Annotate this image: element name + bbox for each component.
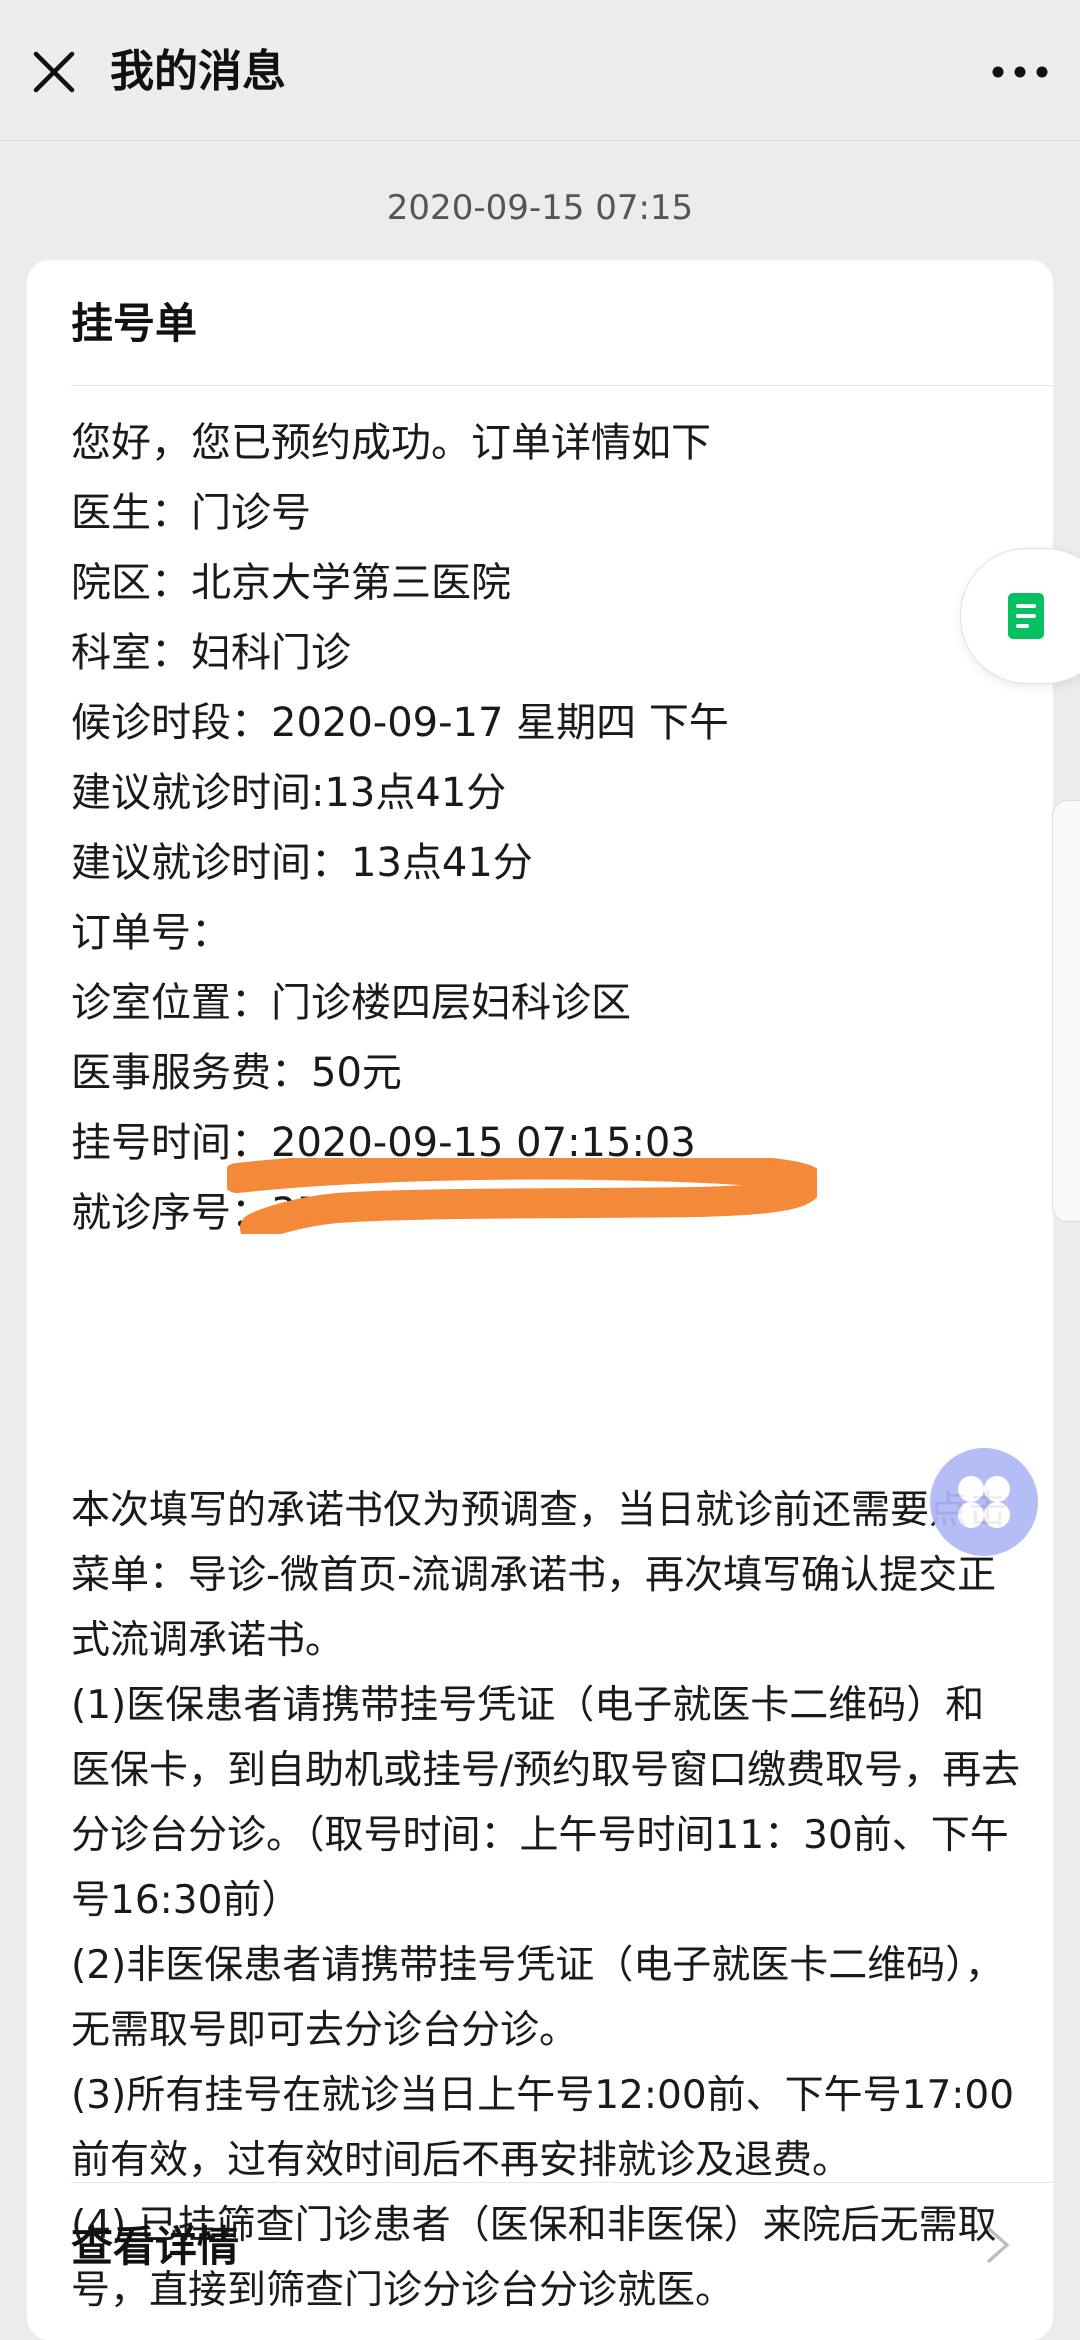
close-button[interactable] <box>22 40 86 104</box>
detail-line: 院区：北京大学第三医院 <box>71 560 511 606</box>
notice-paragraph: 本次填写的承诺书仅为预调查，当日就诊前还需要点击菜单：导诊-微首页-流调承诺书，… <box>71 1488 1008 1663</box>
order-number-line: 订单号： <box>71 910 231 956</box>
card-title: 挂号单 <box>71 299 198 348</box>
detail-line: 建议就诊时间:13点41分 <box>71 770 507 816</box>
four-petal-icon <box>958 1476 1010 1528</box>
view-details-label: 查看详情 <box>71 2222 240 2271</box>
close-icon <box>33 51 75 93</box>
more-dots-icon <box>992 66 1048 78</box>
side-drawer-handle[interactable] <box>1052 800 1080 1222</box>
more-button[interactable] <box>988 40 1052 104</box>
detail-line: 候诊时段：2020-09-17 星期四 下午 <box>71 700 729 746</box>
top-bar: 我的消息 <box>0 0 1080 141</box>
detail-line: 医事服务费：50元 <box>71 1050 402 1096</box>
view-details-row[interactable]: 查看详情 <box>27 2183 1053 2303</box>
floating-document-button[interactable] <box>960 548 1080 684</box>
message-timestamp: 2020-09-15 07:15 <box>386 188 694 228</box>
message-card: 挂号单 您好，您已预约成功。订单详情如下 医生：门诊号 院区：北京大学第三医院 … <box>27 260 1053 2340</box>
notice-paragraph: (3)所有挂号在就诊当日上午号12:00前、下午号17:00前有效，过有效时间后… <box>71 2073 1015 2183</box>
detail-line: 医生：门诊号 <box>71 490 311 536</box>
floating-menu-button[interactable] <box>930 1448 1038 1556</box>
detail-line: 科室：妇科门诊 <box>71 630 351 676</box>
chevron-right-icon <box>987 2227 1009 2263</box>
redaction-scribble <box>227 1158 817 1234</box>
order-details-list: 您好，您已预约成功。订单详情如下 医生：门诊号 院区：北京大学第三医院 科室：妇… <box>71 408 1031 1248</box>
notice-paragraph: (2)非医保患者请携带挂号凭证（电子就医卡二维码），无需取号即可去分诊台分诊。 <box>71 1943 1004 2053</box>
page-title: 我的消息 <box>110 46 286 97</box>
detail-line: 您好，您已预约成功。订单详情如下 <box>71 420 711 466</box>
divider <box>71 385 1053 386</box>
document-icon <box>1008 593 1044 639</box>
detail-line: 诊室位置：门诊楼四层妇科诊区 <box>71 980 631 1026</box>
detail-line: 建议就诊时间：13点41分 <box>71 840 533 886</box>
notice-paragraph: (1)医保患者请携带挂号凭证（电子就医卡二维码）和医保卡，到自助机或挂号/预约取… <box>71 1683 1021 1923</box>
